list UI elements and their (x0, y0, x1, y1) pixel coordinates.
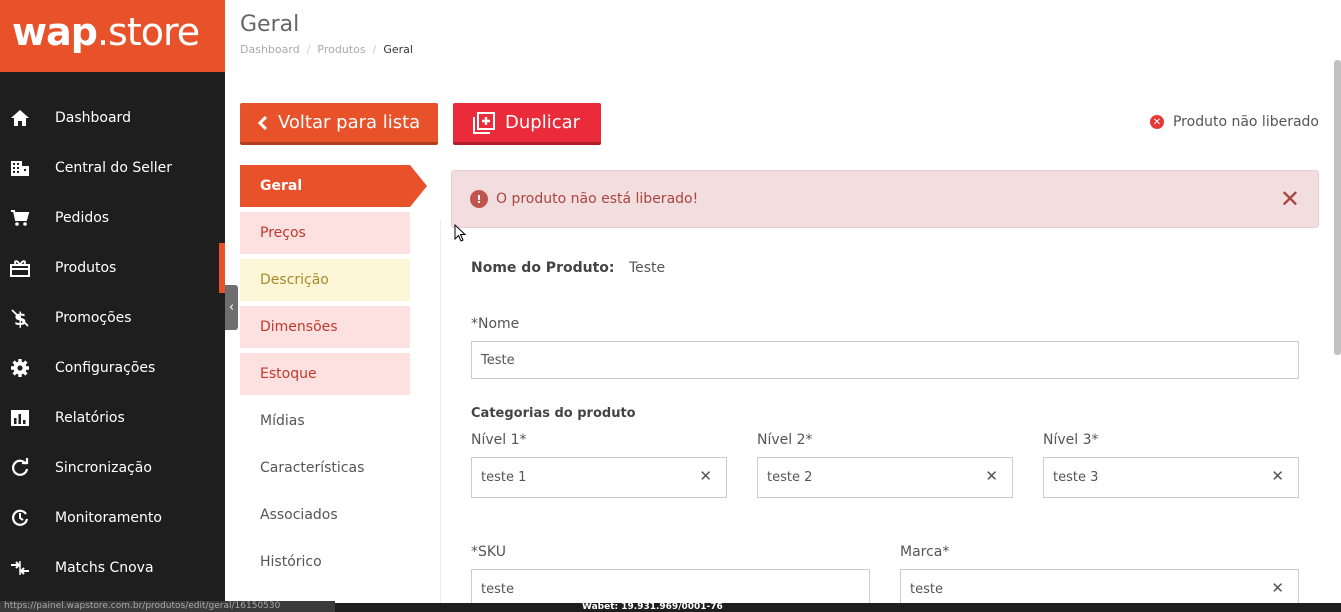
chevron-left-icon: ‹ (228, 300, 235, 315)
home-icon (10, 108, 30, 128)
tab-estoque[interactable]: Estoque (240, 353, 410, 395)
building-icon (10, 158, 30, 178)
product-name-label: Nome do Produto: (471, 260, 615, 276)
nome-value: Teste (481, 352, 515, 368)
tab-midias[interactable]: Mídias (240, 400, 410, 442)
tab-caracteristicas[interactable]: Características (240, 447, 410, 489)
product-status: ✕ Produto não liberado (1149, 114, 1319, 130)
product-status-text: Produto não liberado (1172, 114, 1319, 130)
sidebar-item-label: Matchs Cnova (55, 560, 154, 576)
clear-icon[interactable]: ✕ (1271, 467, 1284, 485)
tab-descricao[interactable]: Descrição (240, 259, 410, 301)
tab-historico[interactable]: Histórico (240, 541, 410, 583)
marca-value: teste (910, 582, 943, 597)
sidebar-item-configuracoes[interactable]: Configurações (0, 343, 225, 393)
gift-icon (10, 258, 30, 278)
sidebar-item-label: Dashboard (55, 110, 131, 126)
sidebar-item-central-do-seller[interactable]: Central do Seller (0, 143, 225, 193)
sidebar-item-label: Produtos (55, 260, 117, 276)
sidebar-item-label: Relatórios (55, 410, 125, 426)
merge-icon (10, 558, 30, 578)
breadcrumb-separator: / (372, 43, 377, 56)
duplicate-label: Duplicar (505, 112, 581, 133)
nivel3-label: Nível 3* (1043, 432, 1099, 448)
breadcrumb-separator: / (306, 43, 311, 56)
product-tabs: Geral Preços Descrição Dimensões Estoque… (240, 165, 430, 588)
nivel2-value: teste 2 (767, 470, 813, 485)
duplicate-icon (473, 111, 495, 134)
sidebar-item-matchs-cnova[interactable]: Matchs Cnova (0, 543, 225, 593)
nome-field[interactable]: Teste (471, 341, 1299, 379)
alert-not-released: ! O produto não está liberado! ✕ (451, 170, 1319, 228)
nivel2-select[interactable]: teste 2 ✕ (757, 457, 1013, 498)
clear-icon[interactable]: ✕ (699, 467, 712, 485)
sidebar-item-relatorios[interactable]: Relatórios (0, 393, 225, 443)
breadcrumb: Dashboard / Produtos / Geral (240, 43, 413, 56)
back-to-list-button[interactable]: Voltar para lista (240, 103, 438, 145)
tab-associados[interactable]: Associados (240, 494, 410, 536)
tab-dimensoes[interactable]: Dimensões (240, 306, 410, 348)
nivel1-label: Nível 1* (471, 432, 527, 448)
sidebar-item-label: Configurações (55, 360, 156, 376)
sidebar: wap.store Dashboard Central do Seller Pe… (0, 0, 225, 612)
chart-icon (10, 408, 30, 428)
product-name-summary: Nome do Produto: Teste (471, 260, 665, 276)
logo-rest: .store (96, 10, 200, 54)
sidebar-item-promocoes[interactable]: $ Promoções (0, 293, 225, 343)
duplicate-button[interactable]: Duplicar (453, 103, 601, 145)
chevron-left-icon (258, 115, 268, 131)
sidebar-item-label: Pedidos (55, 210, 110, 226)
sidebar-item-label: Promoções (55, 310, 132, 326)
nome-label: *Nome (471, 316, 520, 332)
nivel2-label: Nível 2* (757, 432, 813, 448)
sidebar-nav: Dashboard Central do Seller Pedidos Prod… (0, 93, 225, 593)
logo[interactable]: wap.store (0, 0, 225, 72)
alert-text: O produto não está liberado! (496, 191, 699, 207)
sidebar-item-label: Sincronização (55, 460, 152, 476)
sidebar-item-pedidos[interactable]: Pedidos (0, 193, 225, 243)
sidebar-collapse-toggle[interactable]: ‹ (225, 285, 238, 330)
sidebar-item-produtos[interactable]: Produtos (0, 243, 225, 293)
product-name-value: Teste (628, 260, 666, 276)
marca-label: Marca* (900, 544, 950, 560)
nivel3-value: teste 3 (1053, 470, 1099, 485)
status-url: https://painel.wapstore.com.br/produtos/… (0, 601, 335, 612)
breadcrumb-link-produtos[interactable]: Produtos (317, 43, 365, 56)
sku-label: *SKU (471, 544, 506, 560)
gear-icon (10, 358, 30, 378)
sidebar-item-label: Central do Seller (55, 160, 172, 176)
sidebar-item-dashboard[interactable]: Dashboard (0, 93, 225, 143)
sku-value: teste (481, 582, 514, 597)
sidebar-item-sincronizacao[interactable]: Sincronização (0, 443, 225, 493)
logo-bold: wap (12, 10, 98, 54)
nivel3-select[interactable]: teste 3 ✕ (1043, 457, 1299, 498)
divider (440, 220, 441, 612)
dollar-icon: $ (10, 308, 30, 328)
tab-geral[interactable]: Geral (240, 165, 427, 207)
sidebar-item-monitoramento[interactable]: Monitoramento (0, 493, 225, 543)
error-circle-icon: ✕ (1149, 115, 1164, 129)
breadcrumb-current: Geral (383, 43, 413, 56)
clear-icon[interactable]: ✕ (985, 467, 998, 485)
nivel1-value: teste 1 (481, 470, 527, 485)
back-to-list-label: Voltar para lista (278, 112, 421, 133)
categories-title: Categorias do produto (471, 406, 636, 421)
monitor-icon (10, 508, 30, 528)
breadcrumb-link-dashboard[interactable]: Dashboard (240, 43, 300, 56)
page-title: Geral (240, 12, 300, 37)
cart-icon (10, 208, 30, 228)
nivel1-select[interactable]: teste 1 ✕ (471, 457, 727, 498)
footer-cnpj: Wabet: 19.931.969/0001-76 (582, 602, 723, 612)
tab-precos[interactable]: Preços (240, 212, 410, 254)
scrollbar[interactable] (1334, 60, 1341, 355)
exclamation-icon: ! (470, 190, 488, 208)
sync-icon (10, 458, 30, 478)
mouse-cursor-icon (454, 224, 466, 242)
close-icon[interactable]: ✕ (1280, 185, 1300, 213)
sidebar-item-label: Monitoramento (55, 510, 162, 526)
clear-icon[interactable]: ✕ (1271, 579, 1284, 597)
